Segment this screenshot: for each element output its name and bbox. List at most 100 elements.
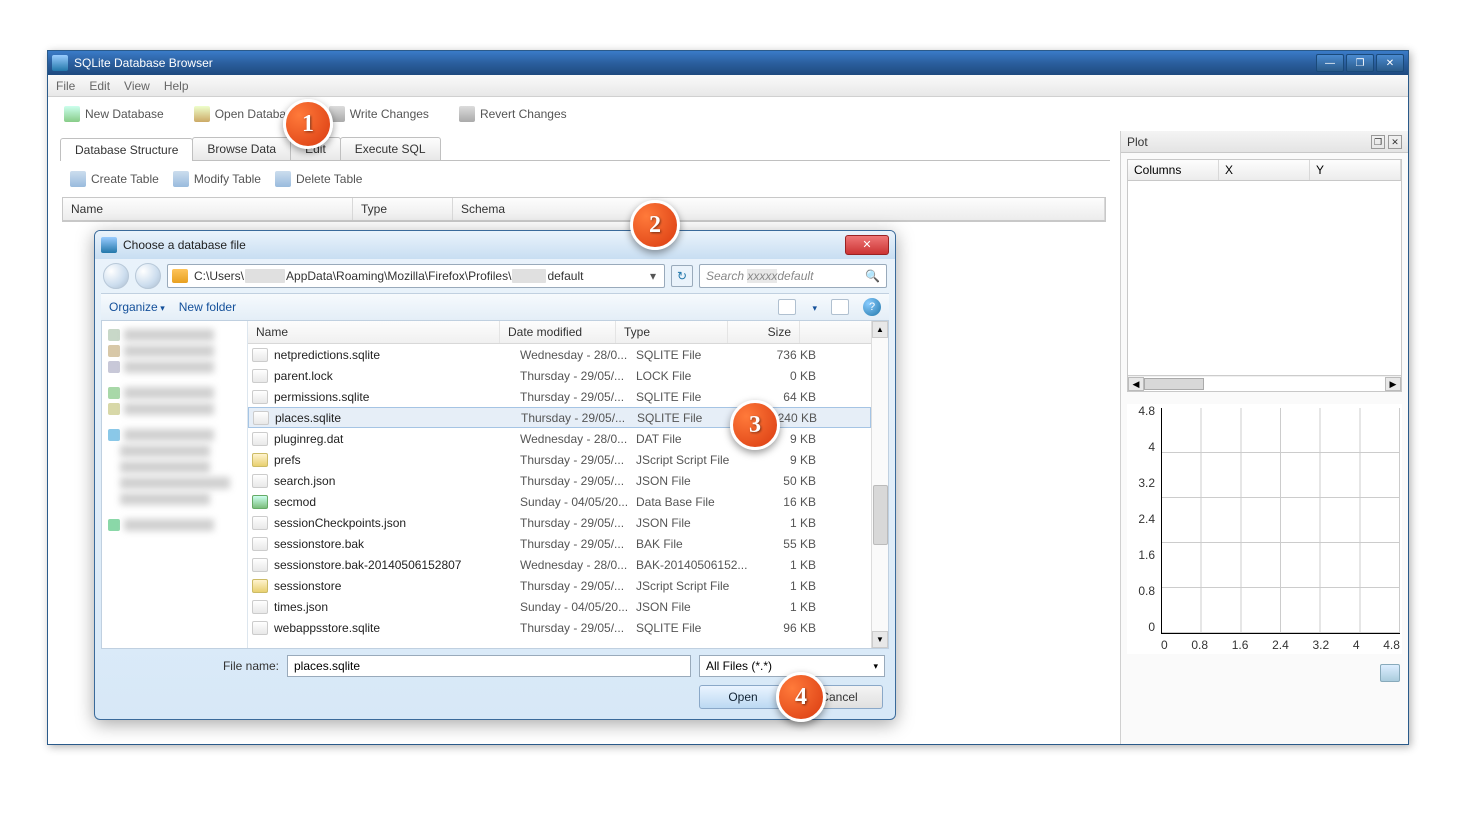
plot-col-columns[interactable]: Columns bbox=[1128, 160, 1219, 180]
scroll-up-button[interactable]: ▲ bbox=[872, 321, 888, 338]
file-type: SQLITE File bbox=[636, 621, 748, 635]
scroll-thumb-vertical[interactable] bbox=[873, 485, 888, 545]
file-row[interactable]: secmod Sunday - 04/05/20... Data Base Fi… bbox=[248, 491, 871, 512]
help-button[interactable]: ? bbox=[863, 298, 881, 316]
revert-changes-icon bbox=[459, 106, 475, 122]
nav-back-button[interactable] bbox=[103, 263, 129, 289]
minimize-button[interactable]: — bbox=[1316, 54, 1344, 72]
plot-close-button[interactable]: ✕ bbox=[1388, 135, 1402, 149]
dialog-close-button[interactable]: ✕ bbox=[845, 235, 889, 255]
address-dropdown[interactable]: ▾ bbox=[646, 269, 660, 283]
plot-col-x[interactable]: X bbox=[1219, 160, 1310, 180]
x-tick: 1.6 bbox=[1232, 638, 1249, 654]
file-icon bbox=[252, 348, 268, 362]
menu-file[interactable]: File bbox=[56, 79, 75, 93]
scroll-down-button[interactable]: ▼ bbox=[872, 631, 888, 648]
dialog-title: Choose a database file bbox=[123, 238, 845, 252]
delete-table-button[interactable]: Delete Table bbox=[275, 171, 363, 187]
file-row[interactable]: sessionstore Thursday - 29/05/... JScrip… bbox=[248, 575, 871, 596]
file-col-size[interactable]: Size bbox=[728, 321, 800, 343]
plot-save-button[interactable] bbox=[1380, 664, 1400, 682]
file-date: Thursday - 29/05/... bbox=[520, 621, 636, 635]
file-col-type[interactable]: Type bbox=[616, 321, 728, 343]
file-type: JScript Script File bbox=[636, 453, 748, 467]
file-row[interactable]: webappsstore.sqlite Thursday - 29/05/...… bbox=[248, 617, 871, 638]
scroll-right-button[interactable]: ▶ bbox=[1385, 377, 1401, 391]
file-size: 1 KB bbox=[748, 516, 816, 530]
nav-forward-button[interactable] bbox=[135, 263, 161, 289]
filename-input[interactable] bbox=[287, 655, 691, 677]
menu-edit[interactable]: Edit bbox=[89, 79, 110, 93]
open-button[interactable]: Open bbox=[699, 685, 787, 709]
folder-tree[interactable] bbox=[102, 321, 248, 648]
file-name: permissions.sqlite bbox=[274, 390, 520, 404]
new-database-button[interactable]: New Database bbox=[58, 103, 170, 125]
create-table-button[interactable]: Create Table bbox=[70, 171, 159, 187]
file-row[interactable]: prefs Thursday - 29/05/... JScript Scrip… bbox=[248, 449, 871, 470]
close-button[interactable]: ✕ bbox=[1376, 54, 1404, 72]
path-redacted-2: xxxxx bbox=[512, 269, 546, 283]
view-mode-button[interactable] bbox=[778, 299, 796, 315]
maximize-button[interactable]: ❐ bbox=[1346, 54, 1374, 72]
column-header-schema[interactable]: Schema bbox=[453, 198, 1105, 220]
plot-columns-table: Columns X Y ◀ ▶ bbox=[1127, 159, 1402, 392]
plot-col-y[interactable]: Y bbox=[1310, 160, 1401, 180]
file-icon bbox=[252, 432, 268, 446]
refresh-button[interactable]: ↻ bbox=[671, 265, 693, 287]
file-date: Thursday - 29/05/... bbox=[520, 453, 636, 467]
file-row[interactable]: sessionstore.bak Thursday - 29/05/... BA… bbox=[248, 533, 871, 554]
path-segment-1: C:\Users\ bbox=[194, 269, 244, 283]
file-date: Wednesday - 28/0... bbox=[520, 558, 636, 572]
tab-execute-sql[interactable]: Execute SQL bbox=[340, 137, 441, 160]
tab-browse-data[interactable]: Browse Data bbox=[192, 137, 291, 160]
file-row[interactable]: sessionCheckpoints.json Thursday - 29/05… bbox=[248, 512, 871, 533]
file-type: JScript Script File bbox=[636, 579, 748, 593]
file-row[interactable]: permissions.sqlite Thursday - 29/05/... … bbox=[248, 386, 871, 407]
delete-table-icon bbox=[275, 171, 291, 187]
revert-changes-button[interactable]: Revert Changes bbox=[453, 103, 573, 125]
file-col-name[interactable]: Name bbox=[248, 321, 500, 343]
file-row[interactable]: parent.lock Thursday - 29/05/... LOCK Fi… bbox=[248, 365, 871, 386]
file-list-scrollbar[interactable]: ▲ ▼ bbox=[871, 321, 888, 648]
search-input[interactable]: Search xxxxx default 🔍 bbox=[699, 264, 887, 288]
scroll-thumb[interactable] bbox=[1144, 378, 1204, 390]
file-size: 1 KB bbox=[748, 558, 816, 572]
file-type: JSON File bbox=[636, 474, 748, 488]
file-row[interactable]: times.json Sunday - 04/05/20... JSON Fil… bbox=[248, 596, 871, 617]
plot-pane: Plot ❐ ✕ Columns X Y ◀ ▶ bbox=[1120, 131, 1408, 744]
file-date: Thursday - 29/05/... bbox=[520, 579, 636, 593]
view-mode-dropdown[interactable] bbox=[810, 300, 817, 314]
file-size: 1 KB bbox=[748, 600, 816, 614]
organize-button[interactable]: Organize bbox=[109, 300, 165, 314]
x-tick: 3.2 bbox=[1313, 638, 1330, 654]
file-row[interactable]: sessionstore.bak-20140506152807 Wednesda… bbox=[248, 554, 871, 575]
menu-view[interactable]: View bbox=[124, 79, 150, 93]
x-tick: 4 bbox=[1353, 638, 1360, 654]
plot-undock-button[interactable]: ❐ bbox=[1371, 135, 1385, 149]
write-changes-button[interactable]: Write Changes bbox=[323, 103, 435, 125]
x-tick: 2.4 bbox=[1272, 638, 1289, 654]
file-col-date[interactable]: Date modified bbox=[500, 321, 616, 343]
column-header-name[interactable]: Name bbox=[63, 198, 353, 220]
tab-database-structure[interactable]: Database Structure bbox=[60, 138, 193, 161]
modify-table-button[interactable]: Modify Table bbox=[173, 171, 261, 187]
new-folder-button[interactable]: New folder bbox=[179, 300, 236, 314]
search-redacted: xxxxx bbox=[747, 269, 777, 283]
file-date: Thursday - 29/05/... bbox=[520, 369, 636, 383]
file-filter-label: All Files (*.*) bbox=[706, 659, 772, 673]
titlebar: SQLite Database Browser — ❐ ✕ bbox=[48, 51, 1408, 75]
plot-columns-scrollbar[interactable]: ◀ ▶ bbox=[1128, 375, 1401, 391]
preview-pane-button[interactable] bbox=[831, 299, 849, 315]
file-row[interactable]: netpredictions.sqlite Wednesday - 28/0..… bbox=[248, 344, 871, 365]
file-row[interactable]: search.json Thursday - 29/05/... JSON Fi… bbox=[248, 470, 871, 491]
search-icon[interactable]: 🔍 bbox=[865, 269, 880, 283]
file-icon bbox=[252, 495, 268, 509]
file-name: sessionCheckpoints.json bbox=[274, 516, 520, 530]
file-type: BAK-20140506152... bbox=[636, 558, 748, 572]
scroll-left-button[interactable]: ◀ bbox=[1128, 377, 1144, 391]
modify-table-label: Modify Table bbox=[194, 172, 261, 186]
column-header-type[interactable]: Type bbox=[353, 198, 453, 220]
menu-help[interactable]: Help bbox=[164, 79, 189, 93]
y-tick: 2.4 bbox=[1127, 512, 1155, 526]
address-bar[interactable]: C:\Users\ xxxxxx AppData\Roaming\Mozilla… bbox=[167, 264, 665, 288]
